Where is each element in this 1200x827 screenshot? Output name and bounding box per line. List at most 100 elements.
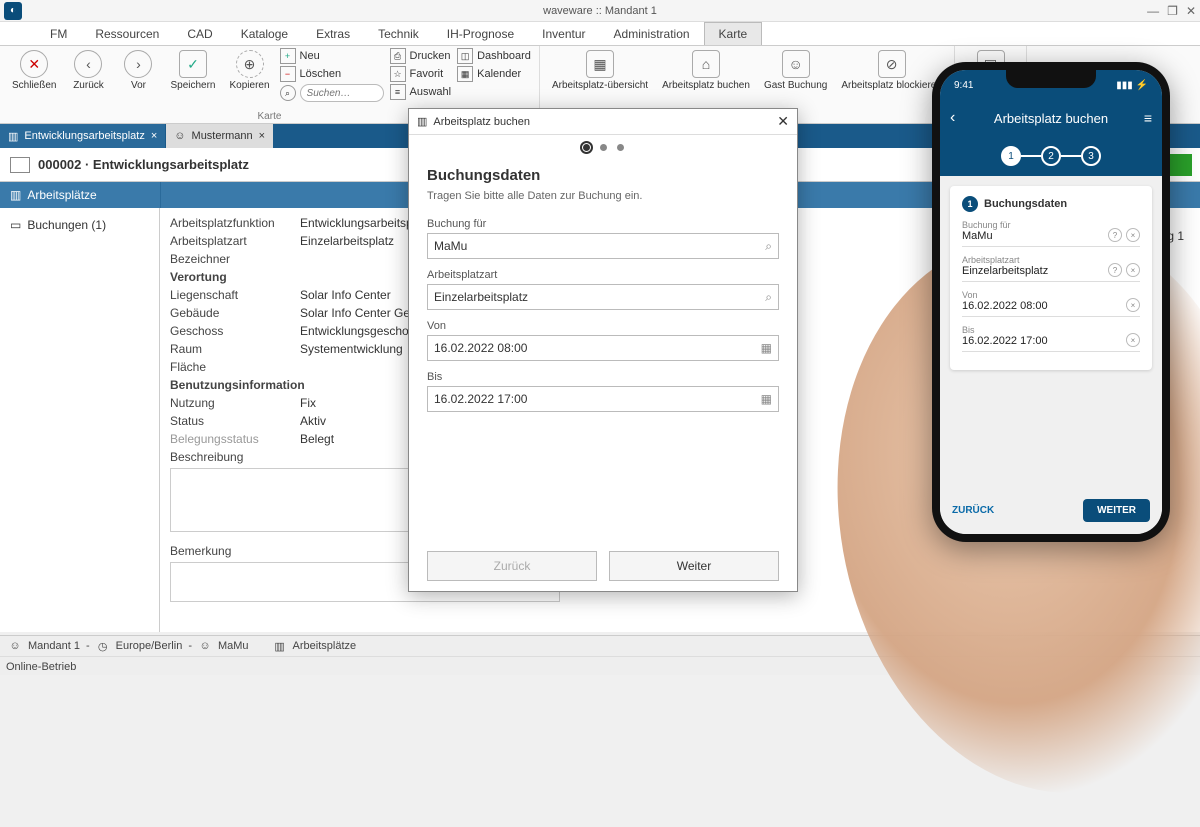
menu-extras[interactable]: Extras [302, 22, 364, 45]
label-art: Arbeitsplatzart [170, 234, 300, 248]
desk-icon: ▥ [10, 188, 21, 202]
title-bar: ◐ waveware :: Mandant 1 — ❐ ✕ [0, 0, 1200, 22]
new-button[interactable]: +Neu [280, 48, 384, 64]
star-icon: ☆ [390, 66, 406, 82]
section-benutzung: Benutzungsinformation [170, 378, 300, 392]
input-buchung-fuer[interactable]: MaMu⌕ [427, 233, 779, 259]
phone-back-button[interactable]: ZURÜCK [952, 505, 994, 516]
help-icon[interactable]: ? [1108, 263, 1122, 277]
tab-entwicklung[interactable]: ▥Entwicklungsarbeitsplatz× [0, 124, 166, 148]
clear-icon[interactable]: × [1126, 298, 1140, 312]
arrow-right-icon: › [124, 50, 152, 78]
menu-technik[interactable]: Technik [364, 22, 433, 45]
search-icon[interactable]: ⌕ [765, 290, 772, 305]
close-button[interactable]: ✕Schließen [8, 48, 60, 93]
phone-field-bis[interactable]: Bis 16.02.2022 17:00 × [962, 325, 1140, 352]
clear-icon[interactable]: × [1126, 263, 1140, 277]
delete-button[interactable]: −Löschen [280, 66, 384, 82]
phone-back-icon[interactable]: ‹ [950, 109, 955, 127]
dialog-heading: Buchungsdaten [427, 167, 779, 184]
forward-button[interactable]: ›Vor [116, 48, 160, 93]
dialog-subtitle: Tragen Sie bitte alle Daten zur Buchung … [427, 190, 779, 202]
label-liegenschaft: Liegenschaft [170, 288, 300, 302]
print-button[interactable]: ⎙Drucken [390, 48, 452, 64]
dialog-close-icon[interactable]: ✕ [777, 113, 789, 130]
phone-mockup: 9:41 ▮▮▮ ⚡ ‹ Arbeitsplatz buchen ≡ 1 2 3… [932, 62, 1170, 542]
menu-cad[interactable]: CAD [173, 22, 226, 45]
dashboard-icon: ◫ [457, 48, 473, 64]
list-icon: ≡ [390, 84, 406, 100]
print-icon: ⎙ [390, 48, 406, 64]
sidebar-item-buchungen[interactable]: ▭Buchungen (1) [8, 214, 151, 236]
phone-field-von[interactable]: Von 16.02.2022 08:00 × [962, 290, 1140, 317]
col-arbeitsplaetze[interactable]: ▥Arbeitsplätze [0, 182, 160, 208]
minus-icon: − [280, 66, 296, 82]
search-row[interactable]: ⌕ [280, 84, 384, 102]
guest-booking-button[interactable]: ☺Gast Buchung [760, 48, 831, 93]
input-arbeitsplatzart[interactable]: Einzelarbeitsplatz⌕ [427, 284, 779, 310]
user-icon: ☺ [8, 639, 22, 653]
phone-step-2: 2 [1041, 146, 1061, 166]
section-verortung: Verortung [170, 270, 300, 284]
input-von[interactable]: 16.02.2022 08:00▦ [427, 335, 779, 361]
close-icon[interactable]: ✕ [1186, 4, 1196, 18]
phone-next-button[interactable]: WEITER [1083, 499, 1150, 522]
input-bis[interactable]: 16.02.2022 17:00▦ [427, 386, 779, 412]
phone-field-arbeitsplatzart[interactable]: Arbeitsplatzart Einzelarbeitsplatz ?× [962, 255, 1140, 282]
phone-field-buchung-fuer[interactable]: Buchung für MaMu ?× [962, 220, 1140, 247]
clear-icon[interactable]: × [1126, 228, 1140, 242]
dialog-next-button[interactable]: Weiter [609, 551, 779, 581]
dialog-back-button[interactable]: Zurück [427, 551, 597, 581]
workspace-book-button[interactable]: ⌂Arbeitsplatz buchen [658, 48, 754, 93]
dialog-title: Arbeitsplatz buchen [433, 116, 530, 128]
window-title: waveware :: Mandant 1 [543, 5, 657, 17]
status-mandant: Mandant 1 [28, 640, 80, 652]
menu-kataloge[interactable]: Kataloge [227, 22, 302, 45]
person-icon: ☺ [198, 639, 212, 653]
minimize-icon[interactable]: — [1147, 4, 1159, 18]
tab-mustermann[interactable]: ☺Mustermann× [166, 124, 274, 148]
menu-inventur[interactable]: Inventur [528, 22, 599, 45]
search-icon[interactable]: ⌕ [765, 239, 772, 254]
status-mode: Online-Betrieb [6, 661, 76, 673]
label-flaeche: Fläche [170, 360, 300, 374]
tab-close-icon[interactable]: × [151, 130, 157, 142]
workspace-icon [10, 157, 30, 173]
help-icon[interactable]: ? [1108, 228, 1122, 242]
menu-ih-prognose[interactable]: IH-Prognose [433, 22, 528, 45]
label-bemerkung: Bemerkung [170, 544, 300, 558]
dashboard-button[interactable]: ◫Dashboard [457, 48, 531, 64]
menu-ressourcen[interactable]: Ressourcen [81, 22, 173, 45]
menu-karte[interactable]: Karte [704, 22, 763, 45]
phone-menu-icon[interactable]: ≡ [1144, 110, 1152, 126]
booking-dialog: ▥ Arbeitsplatz buchen ✕ Buchungsdaten Tr… [408, 108, 798, 592]
status-indicator [1168, 154, 1192, 176]
calendar-icon[interactable]: ▦ [761, 392, 772, 406]
back-button[interactable]: ‹Zurück [66, 48, 110, 93]
calendar-icon[interactable]: ▦ [761, 341, 772, 355]
person-icon: ☺ [174, 130, 185, 142]
workspace-block-button[interactable]: ⊘Arbeitsplatz blockieren [837, 48, 946, 93]
tab-close-icon[interactable]: × [259, 130, 265, 142]
selection-button[interactable]: ≡Auswahl [390, 84, 452, 100]
label-bis: Bis [427, 371, 779, 383]
label-gebaeude: Gebäude [170, 306, 300, 320]
phone-section-title: Buchungsdaten [984, 198, 1067, 210]
maximize-icon[interactable]: ❐ [1167, 4, 1178, 18]
copy-button[interactable]: ⊕Kopieren [226, 48, 274, 93]
record-title: 000002 · Entwicklungsarbeitsplatz [38, 157, 249, 172]
desk-icon: ⌂ [692, 50, 720, 78]
search-input[interactable] [300, 84, 384, 102]
label-arbeitsplatzart: Arbeitsplatzart [427, 269, 779, 281]
favorite-button[interactable]: ☆Favorit [390, 66, 452, 82]
x-icon: ✕ [20, 50, 48, 78]
menu-fm[interactable]: FM [36, 22, 81, 45]
save-button[interactable]: ✓Speichern [166, 48, 219, 93]
sidebar: ▭Buchungen (1) [0, 208, 160, 632]
status-user: MaMu [218, 640, 249, 652]
calendar-button[interactable]: ▦Kalender [457, 66, 531, 82]
clear-icon[interactable]: × [1126, 333, 1140, 347]
status-timezone: Europe/Berlin [116, 640, 183, 652]
workspace-overview-button[interactable]: ▦Arbeitsplatz-übersicht [548, 48, 652, 93]
menu-administration[interactable]: Administration [600, 22, 704, 45]
